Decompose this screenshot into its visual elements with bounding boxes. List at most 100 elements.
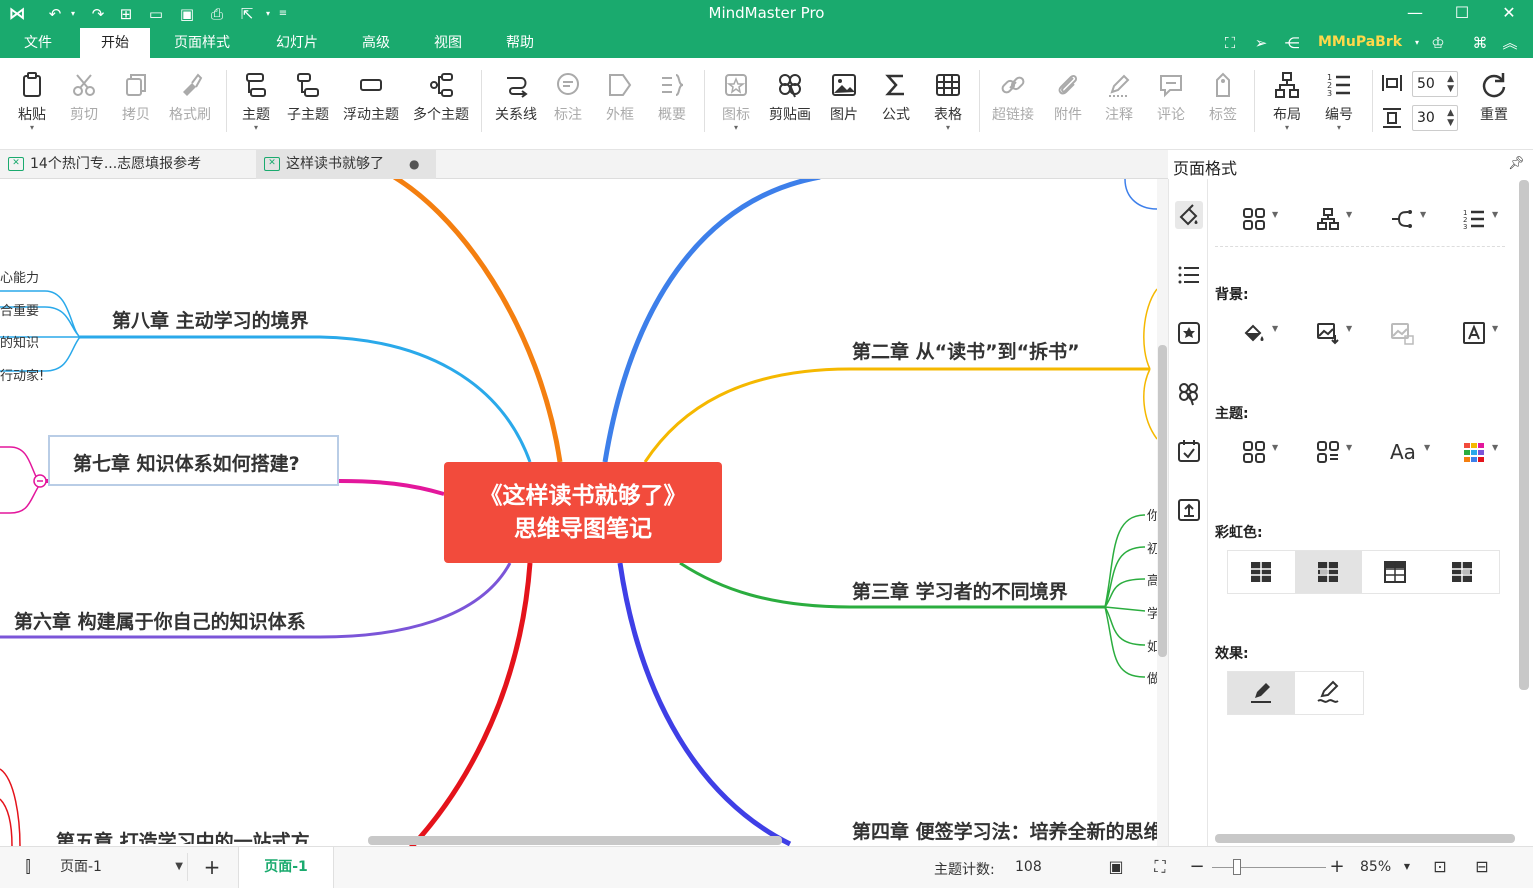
close-button[interactable]: ✕ <box>1487 0 1531 28</box>
topic-chapter-2[interactable]: 第二章 从“读书”到“拆书” <box>852 337 1080 364</box>
scrollbar-thumb[interactable] <box>368 836 782 845</box>
menu-advanced[interactable]: 高级 <box>350 28 402 58</box>
topic-button[interactable]: 主题 ▾ <box>228 66 284 138</box>
fullscreen-icon[interactable]: ⛶ <box>1220 33 1240 53</box>
menu-home[interactable]: 开始 <box>80 28 150 58</box>
tab-doc2[interactable]: ✕ 这样读书就够了 ● <box>256 150 436 179</box>
format-painter-button[interactable]: 格式刷 <box>160 66 220 138</box>
fit-page-icon[interactable]: ▣ <box>1106 857 1126 877</box>
relationship-button[interactable]: 关系线 <box>488 66 544 138</box>
effect-option-1[interactable] <box>1228 672 1295 714</box>
skin-icon[interactable]: ♔ <box>1428 33 1448 53</box>
task-panel-icon[interactable] <box>1175 437 1203 465</box>
canvas-horizontal-scrollbar[interactable] <box>0 834 1157 846</box>
rainbow-option-2[interactable] <box>1295 551 1362 593</box>
multiple-topics-button[interactable]: 多个主题 <box>408 66 474 138</box>
ch3-subtopic[interactable]: 做 <box>1147 668 1157 687</box>
apps-icon[interactable]: ⌘ <box>1470 33 1490 53</box>
page-panel-icon[interactable]: ⫿ <box>18 857 38 877</box>
mark-panel-icon[interactable] <box>1175 319 1203 347</box>
topic-chapter-7[interactable]: 第七章 知识体系如何搭建? <box>73 449 300 476</box>
callout-button[interactable]: 标注 <box>540 66 596 138</box>
zoom-slider[interactable] <box>1212 867 1326 868</box>
structure-button[interactable]: ▼ <box>1234 203 1284 233</box>
outline-icon[interactable] <box>1175 261 1203 289</box>
topic-chapter-8[interactable]: 第八章 主动学习的境界 <box>112 306 309 333</box>
boundary-button[interactable]: 外框 <box>592 66 648 138</box>
panel-horizontal-scrollbar[interactable] <box>1215 834 1515 843</box>
pin-icon[interactable]: 📌︎ <box>1508 156 1525 171</box>
export-panel-icon[interactable] <box>1175 496 1203 524</box>
menu-view[interactable]: 视图 <box>422 28 474 58</box>
tag-button[interactable]: 标签 <box>1195 66 1251 138</box>
clipart-button[interactable]: 剪贴画 <box>762 66 818 138</box>
note-button[interactable]: 注释 <box>1091 66 1147 138</box>
numbering-style-button[interactable]: 1 2 3 ▼ <box>1454 203 1504 233</box>
rainbow-option-1[interactable] <box>1228 551 1295 593</box>
ch3-subtopic[interactable]: 如 <box>1147 636 1157 655</box>
collapse-ribbon-icon[interactable]: ︽ <box>1500 33 1520 53</box>
fullscreen-icon[interactable]: ⛶ <box>1150 857 1170 877</box>
floating-topic-button[interactable]: 浮动主题 <box>338 66 404 138</box>
canvas-vertical-scrollbar[interactable] <box>1157 179 1168 846</box>
tab-doc1[interactable]: ✕ 14个热门专...志愿填报参考 <box>0 150 255 179</box>
page-select[interactable]: 页面-1 ▼ <box>52 853 188 881</box>
cut-button[interactable]: 剪切 <box>56 66 112 138</box>
send-icon[interactable]: ➢ <box>1251 33 1271 53</box>
add-page-icon[interactable]: + <box>202 857 222 877</box>
picture-button[interactable]: 图片 <box>816 66 872 138</box>
comment-button[interactable]: 评论 <box>1143 66 1199 138</box>
ch3-subtopic[interactable]: 高 <box>1147 570 1157 589</box>
ch8-subtopic[interactable]: 合重要 <box>0 300 39 319</box>
user-dropdown-icon[interactable]: ▾ <box>1407 33 1427 53</box>
clipart-panel-icon[interactable] <box>1175 379 1203 407</box>
unsaved-dot-icon[interactable]: ● <box>409 150 419 178</box>
minimize-button[interactable]: — <box>1393 0 1437 28</box>
maximize-button[interactable]: ☐ <box>1440 0 1484 28</box>
remove-background-button[interactable] <box>1382 317 1432 347</box>
ch8-subtopic[interactable]: 心能力 <box>0 267 39 286</box>
topic-chapter-6[interactable]: 第六章 构建属于你自己的知识体系 <box>14 607 306 634</box>
subtopic-button[interactable]: 子主题 <box>280 66 336 138</box>
formula-button[interactable]: 公式 <box>868 66 924 138</box>
reset-button[interactable]: 重置 <box>1466 66 1522 138</box>
layout-style-button[interactable]: ▼ <box>1308 203 1358 233</box>
menu-slides[interactable]: 幻灯片 <box>262 28 332 58</box>
user-name[interactable]: MMuPaBrk <box>1318 34 1402 50</box>
theme-style-button[interactable]: ▼ <box>1308 436 1358 466</box>
summary-button[interactable]: 概要 <box>644 66 700 138</box>
attachment-button[interactable]: 附件 <box>1040 66 1096 138</box>
table-button[interactable]: 表格 ▾ <box>920 66 976 138</box>
watermark-button[interactable]: ▼ <box>1454 317 1504 347</box>
paste-button[interactable]: 粘贴 ▾ <box>4 66 60 138</box>
rainbow-option-4[interactable] <box>1429 551 1496 593</box>
background-color-button[interactable]: ▼ <box>1234 317 1284 347</box>
horizontal-spacing-input[interactable]: 50 ▲ ▼ <box>1412 71 1458 97</box>
background-image-button[interactable]: ▼ <box>1308 317 1358 347</box>
zoom-slider-handle[interactable] <box>1233 859 1241 875</box>
page-tab-1[interactable]: 页面-1 <box>238 847 334 888</box>
mindmap-canvas[interactable]: 心能力 合重要 的知识 行动家! 第八章 主动学习的境界 第七章 知识体系如何搭… <box>0 179 1157 846</box>
topic-chapter-7-selected[interactable]: 第七章 知识体系如何搭建? <box>48 435 339 486</box>
central-topic[interactable]: 《这样读书就够了》 思维导图笔记 <box>444 462 722 563</box>
zoom-dropdown-icon[interactable]: ▼ <box>1397 857 1417 877</box>
copy-button[interactable]: 拷贝 <box>108 66 164 138</box>
scrollbar-thumb[interactable] <box>1158 345 1167 657</box>
zoom-out-icon[interactable]: − <box>1187 857 1207 877</box>
share-icon[interactable]: ⋲ <box>1282 33 1302 53</box>
zoom-in-icon[interactable]: + <box>1327 857 1347 877</box>
rainbow-option-3[interactable] <box>1362 551 1429 593</box>
ch8-subtopic[interactable]: 行动家! <box>0 365 44 384</box>
ch8-subtopic[interactable]: 的知识 <box>0 332 39 351</box>
menu-page-style[interactable]: 页面样式 <box>164 28 240 58</box>
connector-style-button[interactable]: ▼ <box>1382 203 1432 233</box>
zoom-level[interactable]: 85% <box>1360 859 1391 875</box>
menu-help[interactable]: 帮助 <box>494 28 546 58</box>
ch3-subtopic[interactable]: 你 <box>1147 505 1157 524</box>
vertical-spacing-input[interactable]: 30 ▲ ▼ <box>1412 105 1458 131</box>
theme-button[interactable]: ▼ <box>1234 436 1284 466</box>
hyperlink-button[interactable]: 超链接 <box>985 66 1041 138</box>
layout-button[interactable]: 布局 ▾ <box>1259 66 1315 138</box>
effect-option-2[interactable] <box>1295 672 1362 714</box>
fit-width-icon[interactable]: ⊡ <box>1430 857 1450 877</box>
